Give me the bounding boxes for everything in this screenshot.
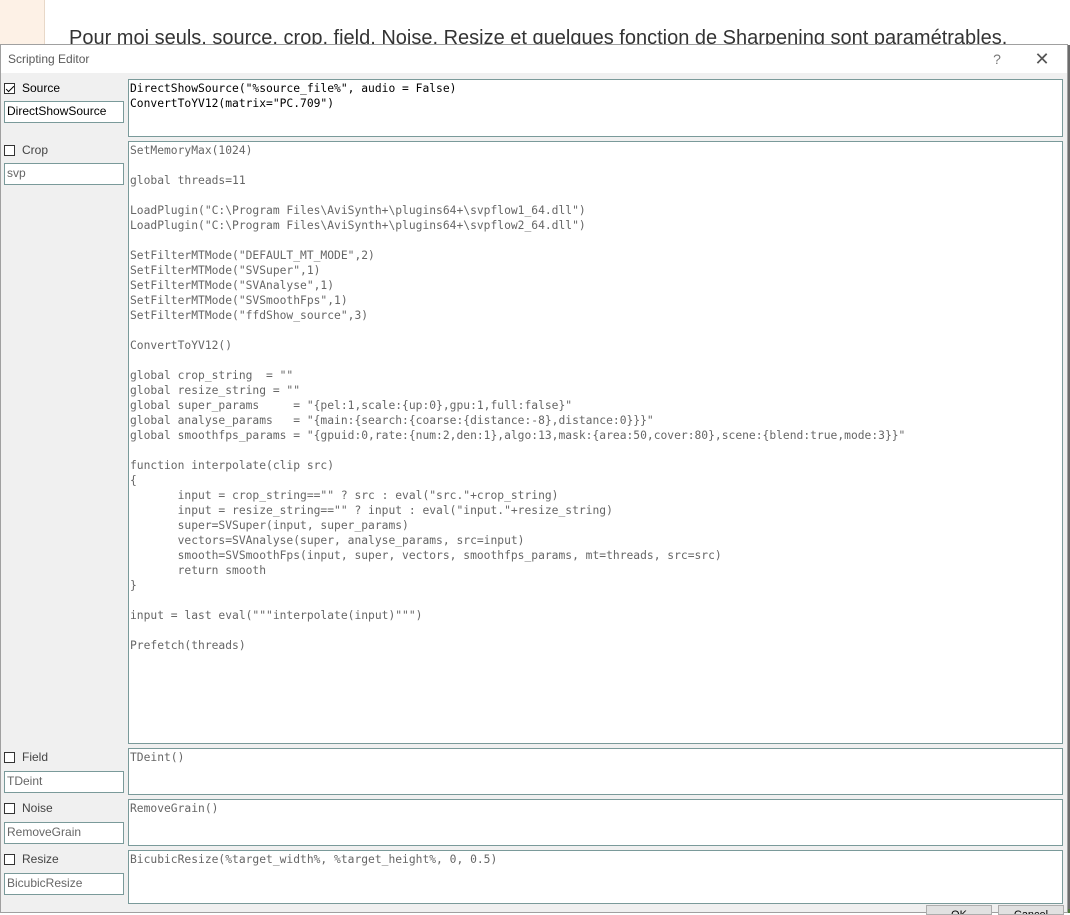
noise-name-input[interactable]: RemoveGrain	[4, 822, 124, 844]
crop-code-editor[interactable]: SetMemoryMax(1024) global threads=11 Loa…	[128, 141, 1063, 744]
dialog-titlebar[interactable]: Scripting Editor ? ✕	[1, 45, 1067, 73]
close-button[interactable]: ✕	[1027, 48, 1057, 70]
field-label: Field	[22, 750, 49, 764]
source-code-editor[interactable]: DirectShowSource("%source_file%", audio …	[128, 79, 1063, 137]
help-button[interactable]: ?	[987, 49, 1007, 69]
dialog-title: Scripting Editor	[8, 52, 90, 66]
noise-checkbox[interactable]	[4, 802, 15, 814]
crop-checkbox[interactable]	[4, 144, 15, 156]
resize-checkbox[interactable]	[4, 853, 15, 865]
field-checkbox[interactable]	[4, 751, 15, 763]
source-checkbox[interactable]	[4, 82, 15, 94]
scripting-editor-dialog: Scripting Editor ? ✕ Source DirectShowSo…	[0, 44, 1068, 915]
resize-label: Resize	[22, 852, 59, 866]
crop-name-input[interactable]: svp	[4, 163, 124, 185]
source-name-input[interactable]: DirectShowSource	[4, 101, 124, 123]
field-code-editor[interactable]: TDeint()	[128, 748, 1063, 795]
resize-code-editor[interactable]: BicubicResize(%target_width%, %target_he…	[128, 850, 1063, 904]
background-sidebar-strip	[0, 0, 45, 45]
ok-button[interactable]: OK	[926, 905, 992, 915]
noise-label: Noise	[22, 801, 53, 815]
noise-code-editor[interactable]: RemoveGrain()	[128, 799, 1063, 846]
source-label: Source	[22, 81, 61, 95]
resize-name-input[interactable]: BicubicResize	[4, 873, 124, 895]
crop-label: Crop	[22, 143, 49, 157]
field-name-input[interactable]: TDeint	[4, 771, 124, 793]
cancel-button[interactable]: Cancel	[998, 905, 1064, 915]
